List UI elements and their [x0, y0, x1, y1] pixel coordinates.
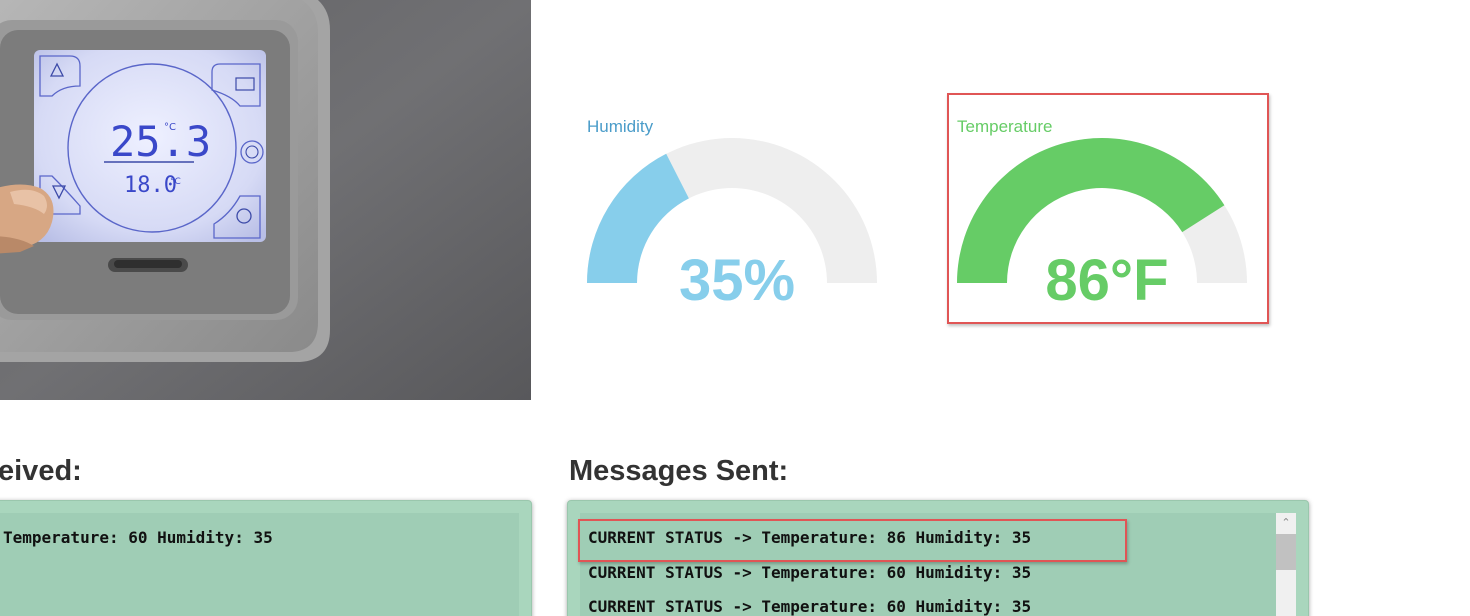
current-temp-reading: 25.3	[110, 117, 211, 166]
sent-message: CURRENT STATUS -> Temperature: 60 Humidi…	[588, 597, 1032, 616]
humidity-gauge: Humidity 35%	[577, 95, 897, 325]
messages-sent-panel: CURRENT STATUS -> Temperature: 86 Humidi…	[567, 500, 1309, 616]
temperature-value: 86°F	[1045, 248, 1169, 313]
sent-message: CURRENT STATUS -> Temperature: 86 Humidi…	[588, 528, 1032, 547]
messages-sent-scrollbar[interactable]: ⌃	[1276, 513, 1296, 616]
messages-received-panel: Temperature: 60 Humidity: 35	[0, 500, 532, 616]
messages-sent-heading: Messages Sent:	[569, 455, 789, 487]
sent-message: CURRENT STATUS -> Temperature: 60 Humidi…	[588, 563, 1032, 582]
humidity-value: 35%	[678, 248, 796, 313]
received-message: Temperature: 60 Humidity: 35	[3, 528, 273, 547]
thermostat-photo: 25.3 °C 18.0 °C	[0, 0, 531, 400]
temperature-gauge: Temperature 86°F	[947, 95, 1267, 325]
set-temp-unit: °C	[170, 177, 181, 187]
scroll-thumb[interactable]	[1276, 534, 1296, 570]
thermostat-illustration: 25.3 °C 18.0 °C	[0, 0, 531, 400]
messages-received-heading: eived:	[0, 455, 82, 487]
current-temp-unit: °C	[164, 122, 176, 133]
scroll-up-arrow-icon[interactable]: ⌃	[1276, 513, 1296, 533]
messages-received-list[interactable]: Temperature: 60 Humidity: 35	[0, 513, 519, 616]
dashboard-page: 25.3 °C 18.0 °C Humidity 35% Temperature…	[0, 0, 1470, 616]
messages-sent-list[interactable]: CURRENT STATUS -> Temperature: 86 Humidi…	[580, 513, 1276, 616]
